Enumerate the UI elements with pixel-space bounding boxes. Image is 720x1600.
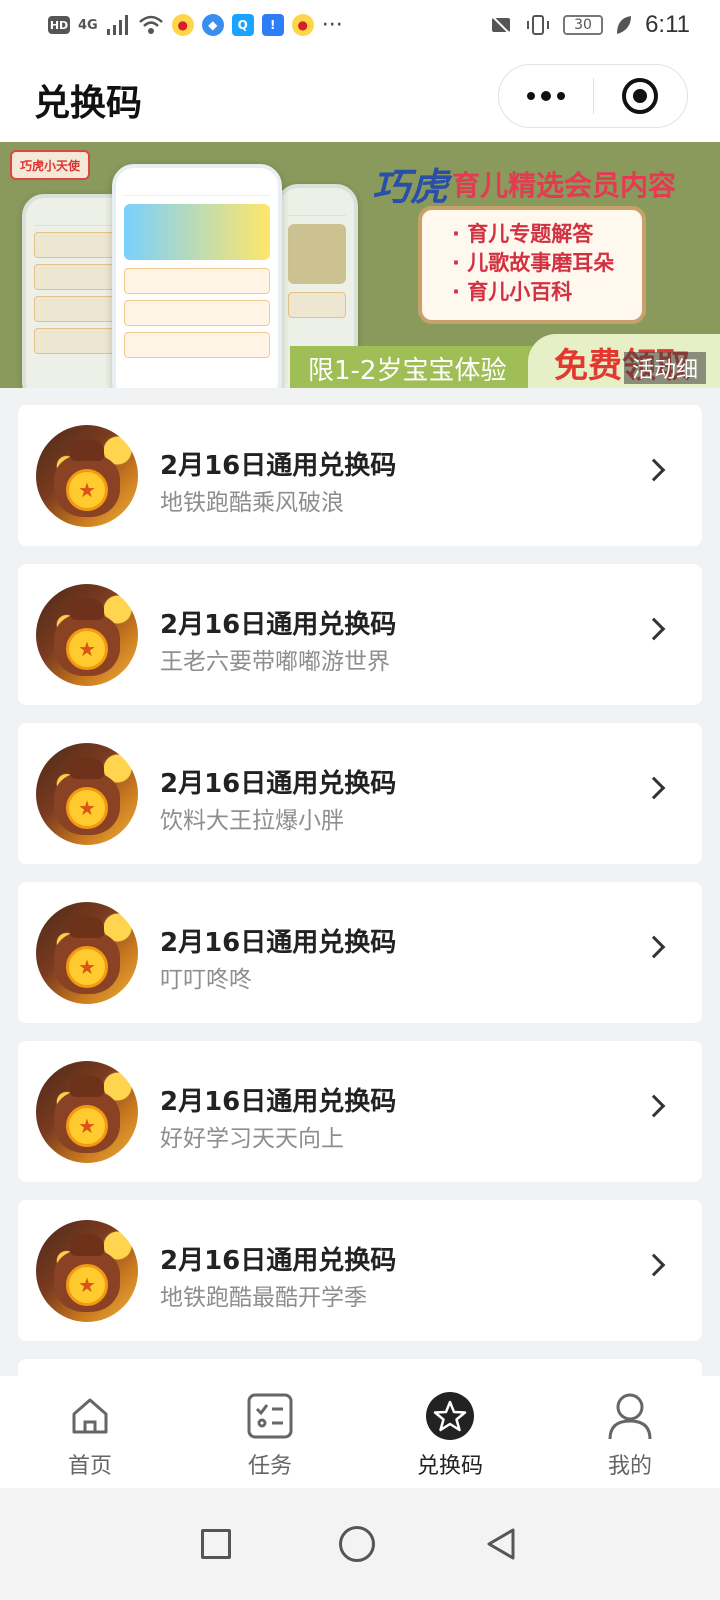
list-item[interactable]: ★ 2月16日通用兑换码 好好学习天天向上 <box>18 1041 702 1182</box>
more-notifications: ··· <box>321 12 343 38</box>
leaf-icon <box>617 16 632 34</box>
phone-mockup-center <box>112 164 282 388</box>
chevron-right-icon <box>642 458 666 482</box>
tab-label: 我的 <box>607 1454 652 1479</box>
tab-label: 兑换码 <box>416 1454 483 1479</box>
feature-item: · 育儿小百科 <box>452 280 573 304</box>
no-sim-icon <box>490 14 512 36</box>
target-icon <box>622 78 659 114</box>
tab-label: 任务 <box>247 1454 292 1479</box>
coin-bag-avatar: ★ <box>36 584 138 686</box>
tab-profile[interactable]: 我的 <box>540 1376 720 1488</box>
item-title: 2月16日通用兑换码 <box>160 1087 397 1117</box>
item-title: 2月16日通用兑换码 <box>160 610 397 640</box>
home-icon <box>64 1390 116 1442</box>
home-button[interactable] <box>339 1526 375 1562</box>
dot-icon <box>556 92 565 100</box>
redeem-code-list: ★ 2月16日通用兑换码 地铁跑酷乘风破浪 ★ 2月16日通用兑换码 王老六要带… <box>18 405 702 1376</box>
list-item[interactable]: ★ 2月16日通用兑换码 王老六要带嘟嘟游世界 <box>18 564 702 705</box>
wifi-icon <box>138 15 163 34</box>
item-title: 2月16日通用兑换码 <box>160 451 397 481</box>
vibrate-icon <box>527 15 550 35</box>
item-subtitle: 饮料大王拉爆小胖 <box>160 808 344 834</box>
chevron-right-icon <box>642 935 666 959</box>
tab-redeem[interactable]: 兑换码 <box>360 1376 540 1488</box>
feature-item: · 育儿专题解答 <box>452 222 594 246</box>
item-subtitle: 王老六要带嘟嘟游世界 <box>160 649 390 675</box>
banner-headline: 育儿精选会员内容 <box>452 169 677 202</box>
tab-label: 首页 <box>67 1454 112 1479</box>
star-coin-icon: ★ <box>66 1105 108 1147</box>
list-item[interactable]: ★ 2月16日通用兑换码 叮叮咚咚 <box>18 882 702 1023</box>
status-right: 30 6:11 <box>489 11 690 39</box>
network-label: 4G <box>78 17 98 33</box>
coin-bag-avatar: ★ <box>36 743 138 845</box>
star-coin-icon: ★ <box>66 946 108 988</box>
item-subtitle: 好好学习天天向上 <box>160 1126 344 1152</box>
back-button[interactable] <box>483 1526 519 1562</box>
item-subtitle: 地铁跑酷乘风破浪 <box>160 490 344 516</box>
page-title: 兑换码 <box>34 83 143 124</box>
system-nav-bar <box>0 1488 720 1600</box>
coin-bag-avatar: ★ <box>36 1061 138 1163</box>
banner-feature-board: · 育儿专题解答 · 儿歌故事磨耳朵 · 育儿小百科 <box>418 206 646 324</box>
list-item[interactable]: ★ 2月16日通用兑换码 地铁跑酷最酷开学季 <box>18 1200 702 1341</box>
bulb-app-icon: ! <box>261 14 284 36</box>
close-miniprogram-button[interactable] <box>594 65 688 127</box>
coin-bag-avatar: ★ <box>36 1220 138 1322</box>
feature-item: · 儿歌故事磨耳朵 <box>452 251 615 275</box>
dot-icon <box>526 92 535 100</box>
status-bar: HD 4G ● ◆ Q ! ● ··· 30 6:11 <box>0 0 720 50</box>
activity-rules-tag[interactable]: 活动细 <box>623 352 706 384</box>
signal-icon <box>106 15 128 35</box>
coin-bag-avatar: ★ <box>36 902 138 1004</box>
recents-button[interactable] <box>201 1529 231 1559</box>
weibo-icon: ● <box>171 14 194 36</box>
browser-icon: ◆ <box>201 14 224 36</box>
star-coin-icon: ★ <box>66 628 108 670</box>
star-coin-icon: ★ <box>66 469 108 511</box>
star-icon <box>424 1390 476 1442</box>
promo-banner[interactable]: 巧虎小天使 巧虎 育儿精选会员内容 · 育儿专题解答 · 儿歌故事磨耳朵 · 育… <box>0 142 720 388</box>
item-subtitle: 叮叮咚咚 <box>160 967 252 993</box>
weibo-icon-2: ● <box>291 14 314 36</box>
banner-logo: 巧虎小天使 <box>10 150 90 180</box>
item-subtitle: 地铁跑酷最酷开学季 <box>160 1285 367 1311</box>
bottom-tab-bar: 首页 任务 兑换码 我的 <box>0 1376 720 1488</box>
banner-brand: 巧虎 <box>372 165 449 209</box>
item-title: 2月16日通用兑换码 <box>160 769 397 799</box>
list-item-partial[interactable] <box>18 1359 702 1376</box>
status-left: HD 4G ● ◆ Q ! ● ··· <box>48 13 343 38</box>
star-coin-icon: ★ <box>66 1264 108 1306</box>
chevron-right-icon <box>642 776 666 800</box>
chevron-right-icon <box>642 617 666 641</box>
chevron-right-icon <box>642 1094 666 1118</box>
hd-icon: HD <box>48 16 70 34</box>
search-app-icon: Q <box>231 14 254 36</box>
clock: 6:11 <box>645 11 690 38</box>
battery-indicator: 30 <box>563 15 604 35</box>
banner-ribbon: 限1-2岁宝宝体验 <box>290 346 550 388</box>
more-menu-button[interactable] <box>499 65 593 127</box>
star-coin-icon: ★ <box>66 787 108 829</box>
item-title: 2月16日通用兑换码 <box>160 1246 397 1276</box>
coin-bag-avatar: ★ <box>36 425 138 527</box>
list-item[interactable]: ★ 2月16日通用兑换码 地铁跑酷乘风破浪 <box>18 405 702 546</box>
tab-tasks[interactable]: 任务 <box>180 1376 360 1488</box>
user-icon <box>604 1390 656 1442</box>
miniprogram-capsule <box>498 64 688 128</box>
item-title: 2月16日通用兑换码 <box>160 928 397 958</box>
title-bar: 兑换码 <box>0 50 720 142</box>
checklist-icon <box>244 1390 296 1442</box>
list-item[interactable]: ★ 2月16日通用兑换码 饮料大王拉爆小胖 <box>18 723 702 864</box>
chevron-right-icon <box>642 1253 666 1277</box>
tab-home[interactable]: 首页 <box>0 1376 180 1488</box>
dot-icon <box>540 91 551 101</box>
